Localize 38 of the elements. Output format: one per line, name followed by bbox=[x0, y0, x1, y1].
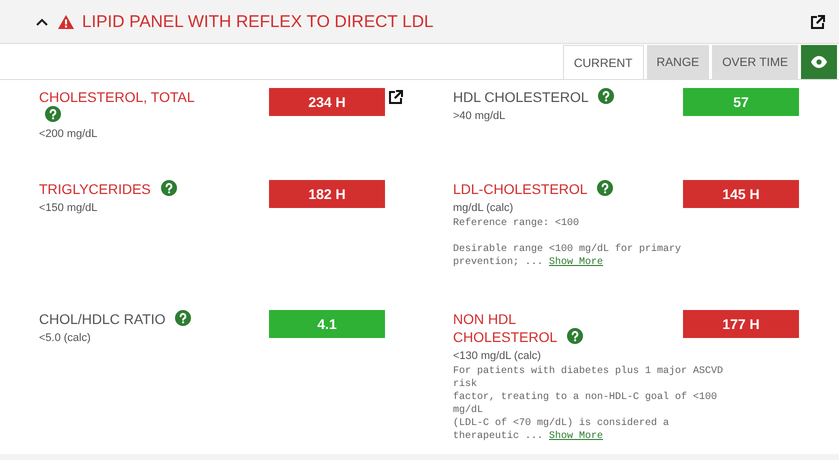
help-icon[interactable] bbox=[596, 180, 613, 196]
help-icon[interactable] bbox=[566, 328, 583, 344]
result-value: 145 H bbox=[683, 180, 799, 208]
result-value: 4.1 bbox=[269, 310, 385, 338]
result-value: 234 H bbox=[269, 88, 385, 116]
help-icon[interactable] bbox=[45, 106, 61, 122]
external-link-icon[interactable] bbox=[809, 12, 827, 30]
view-tab[interactable]: RANGE bbox=[646, 45, 710, 79]
result-name: HDL CHOLESTEROL bbox=[453, 89, 588, 105]
eye-icon bbox=[811, 56, 827, 68]
reference-range: <5.0 (calc) bbox=[39, 331, 92, 346]
reference-range: <150 mg/dL bbox=[39, 201, 98, 216]
result-name: LDL-CHOLESTEROL bbox=[453, 181, 588, 197]
show-more-link[interactable]: Show More bbox=[549, 430, 604, 442]
result-name: CHOL/HDLC RATIO bbox=[39, 311, 166, 327]
reference-range: >40 mg/dL bbox=[453, 109, 506, 124]
view-tab[interactable]: CURRENT bbox=[562, 45, 644, 79]
reference-range: mg/dL (calc) bbox=[453, 201, 514, 216]
result-name: TRIGLYCERIDES bbox=[39, 181, 151, 197]
help-icon[interactable] bbox=[160, 180, 177, 196]
eye-button[interactable] bbox=[801, 44, 837, 78]
note-text: For patients with diabetes plus 1 major ASCVD risk factor, treating to a non-HDL-C goal of <100 mg/dL (LDL-C of <70 mg/dL) is considered a therapeutic ... Show More bbox=[453, 364, 724, 442]
view-tab[interactable]: OVER TIME bbox=[712, 45, 798, 79]
result-name: CHOLESTEROL, TOTAL bbox=[39, 89, 194, 105]
external-link-icon[interactable] bbox=[387, 88, 405, 106]
note-text: Reference range: <100 bbox=[453, 216, 580, 230]
note-text: Desirable range <100 mg/dL for primary prevention; ... Show More bbox=[453, 242, 682, 268]
help-icon[interactable] bbox=[175, 310, 192, 326]
result-value: 177 H bbox=[683, 310, 799, 338]
result-name: NON HDL CHOLESTEROL bbox=[453, 311, 557, 345]
show-more-link[interactable]: Show More bbox=[549, 256, 604, 268]
result-value: 182 H bbox=[269, 180, 385, 208]
panel-title: LIPID PANEL WITH REFLEX TO DIRECT LDL bbox=[82, 10, 434, 33]
reference-range: <200 mg/dL bbox=[39, 127, 98, 142]
result-value: 57 bbox=[683, 88, 799, 116]
chevron-icon[interactable] bbox=[36, 18, 48, 26]
reference-range: <130 mg/dL (calc) bbox=[453, 349, 542, 364]
help-icon[interactable] bbox=[598, 88, 614, 104]
